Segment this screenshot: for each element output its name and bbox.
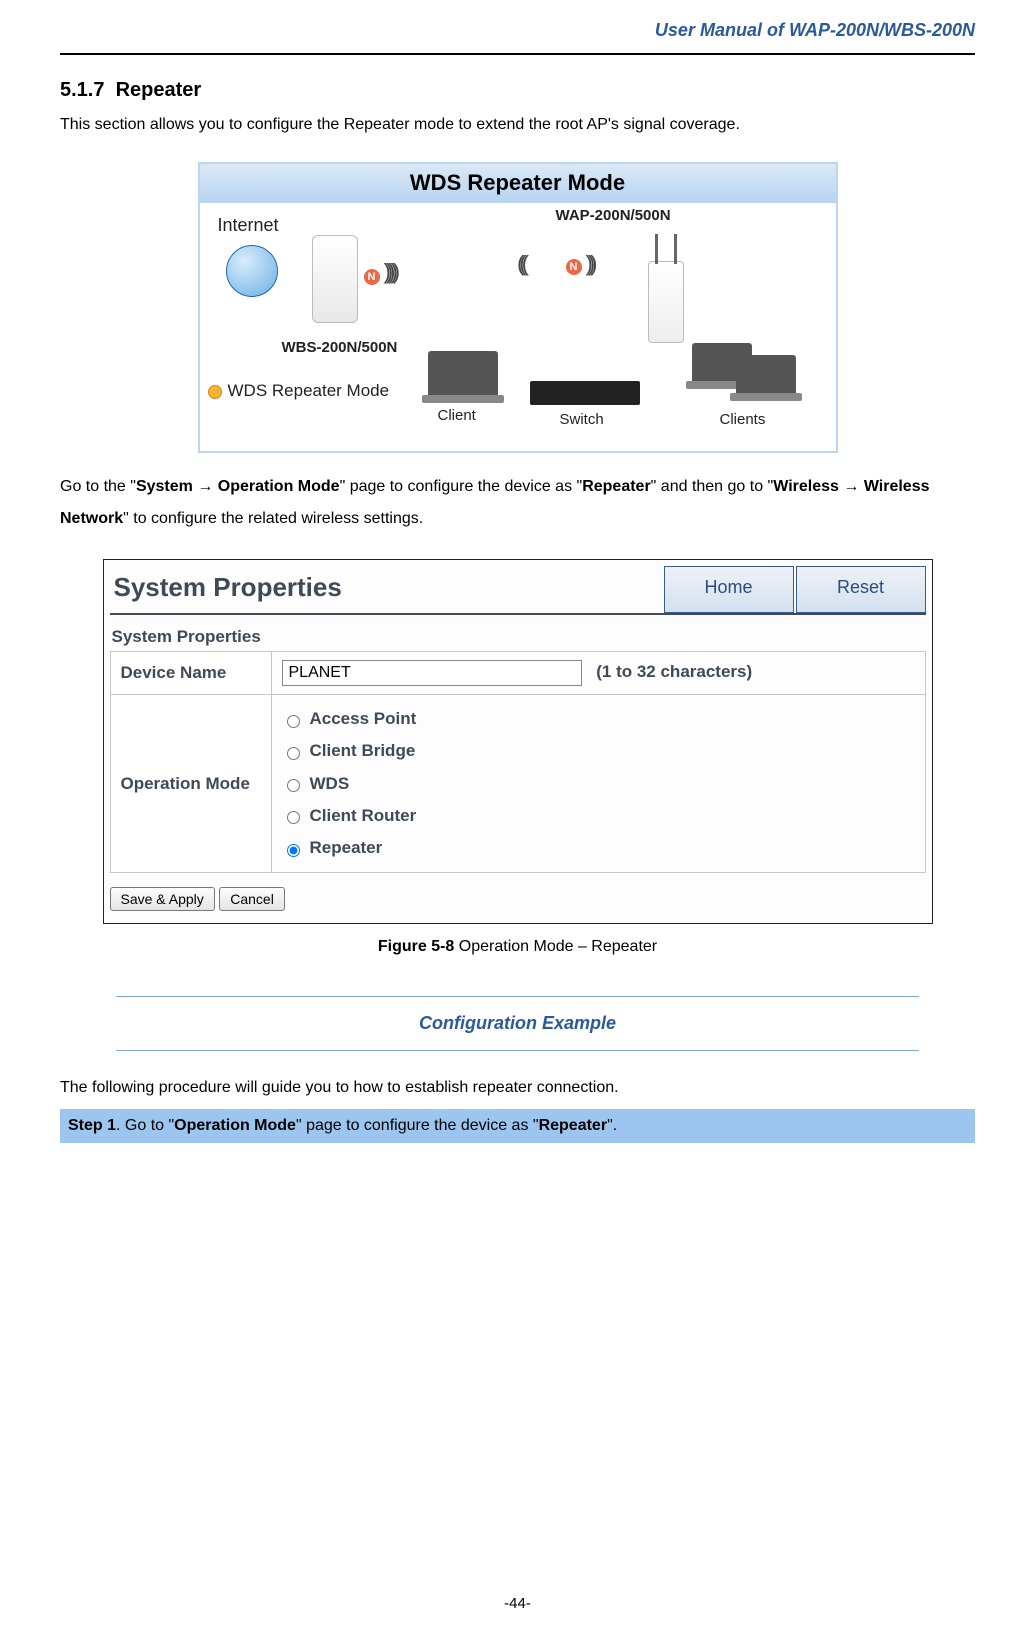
mode-client-router-label: Client Router [310, 806, 417, 825]
antenna-icon [655, 234, 658, 264]
mode-access-point-radio[interactable] [287, 715, 300, 728]
header-rule [60, 53, 975, 55]
step-repeater: Repeater [539, 1117, 607, 1134]
mode-dot-icon [208, 385, 222, 399]
figure-caption: Figure 5-8 Operation Mode – Repeater [60, 938, 975, 956]
page-title: System Properties [110, 566, 662, 613]
n-badge-icon-2: N [566, 259, 582, 275]
nav-instruction: Go to the "System → Operation Mode" page… [60, 471, 975, 535]
step-opmode: Operation Mode [174, 1117, 296, 1134]
figure-number: Figure 5-8 [378, 938, 454, 955]
label-switch: Switch [560, 411, 604, 428]
step-label: Step 1 [68, 1117, 116, 1134]
wbs-device-icon [312, 235, 358, 323]
t: Go to the " [60, 478, 136, 495]
arrow-right-icon: → [197, 478, 213, 495]
signal-waves-right-icon: ))) [586, 251, 593, 277]
device-name-hint: (1 to 32 characters) [596, 662, 752, 681]
wds-diagram: WDS Repeater Mode Internet N ))))) WBS-2… [198, 162, 838, 453]
separator-line [116, 1050, 919, 1051]
mode-access-point-label: Access Point [310, 709, 417, 728]
device-name-label: Device Name [110, 652, 271, 695]
page-number: -44- [0, 1595, 1035, 1612]
home-button[interactable]: Home [664, 566, 794, 613]
following-text: The following procedure will guide you t… [60, 1079, 975, 1097]
arrow-right-icon: → [843, 478, 859, 495]
t: " page to configure the device as " [340, 478, 583, 495]
section-subtitle: System Properties [110, 619, 926, 651]
properties-table: Device Name (1 to 32 characters) Operati… [110, 651, 926, 873]
nav-system: System [136, 478, 197, 495]
label-wap: WAP-200N/500N [556, 207, 671, 224]
t: " to configure the related wireless sett… [123, 510, 423, 527]
operation-mode-options: Access Point Client Bridge WDS Client Ro… [282, 703, 915, 864]
cancel-button[interactable]: Cancel [219, 887, 285, 911]
mode-client-router-radio[interactable] [287, 811, 300, 824]
t: . Go to " [116, 1117, 174, 1134]
wap-device-icon [648, 261, 684, 343]
table-row: Operation Mode Access Point Client Bridg… [110, 695, 925, 873]
label-internet: Internet [218, 215, 279, 236]
diagram-body: Internet N ))))) WBS-200N/500N WDS Repea… [200, 203, 836, 451]
diagram-title: WDS Repeater Mode [200, 164, 836, 203]
mode-client-bridge-radio[interactable] [287, 747, 300, 760]
antenna-icon [674, 234, 677, 264]
system-properties-screenshot: System Properties Home Reset System Prop… [103, 559, 933, 924]
figure-text: Operation Mode – Repeater [454, 938, 657, 955]
nav-wireless: Wireless [773, 478, 843, 495]
mode-wds-radio[interactable] [287, 779, 300, 792]
signal-waves-icon: ))))) [384, 259, 396, 285]
t: ". [607, 1117, 617, 1134]
globe-icon [226, 245, 278, 297]
operation-mode-label: Operation Mode [110, 695, 271, 873]
mode-repeater-radio[interactable] [287, 844, 300, 857]
section-title: Repeater [116, 79, 202, 101]
label-wbs: WBS-200N/500N [282, 339, 398, 356]
reset-button[interactable]: Reset [796, 566, 926, 613]
mode-repeater-label: Repeater [310, 838, 383, 857]
label-clients: Clients [720, 411, 766, 428]
label-client: Client [438, 407, 476, 424]
switch-icon [530, 381, 640, 405]
laptop-icon [736, 355, 796, 393]
device-name-input[interactable] [282, 660, 582, 686]
label-mode-text: WDS Repeater Mode [228, 381, 390, 400]
section-heading: 5.1.7 Repeater [60, 79, 975, 102]
mode-wds-label: WDS [310, 774, 350, 793]
nav-repeater: Repeater [582, 478, 650, 495]
t: " page to configure the device as " [296, 1117, 539, 1134]
signal-waves-left-icon: ))) [522, 251, 529, 277]
save-apply-button[interactable]: Save & Apply [110, 887, 215, 911]
nav-opmode: Operation Mode [213, 478, 339, 495]
configuration-example-heading: Configuration Example [60, 997, 975, 1050]
mode-client-bridge-label: Client Bridge [310, 741, 416, 760]
label-mode: WDS Repeater Mode [208, 381, 390, 401]
table-row: Device Name (1 to 32 characters) [110, 652, 925, 695]
step-1-bar: Step 1. Go to "Operation Mode" page to c… [60, 1109, 975, 1143]
laptop-icon [428, 351, 498, 395]
t: " and then go to " [651, 478, 774, 495]
doc-header: User Manual of WAP-200N/WBS-200N [60, 20, 975, 45]
n-badge-icon: N [364, 269, 380, 285]
intro-text: This section allows you to configure the… [60, 116, 975, 134]
section-number: 5.1.7 [60, 79, 104, 101]
